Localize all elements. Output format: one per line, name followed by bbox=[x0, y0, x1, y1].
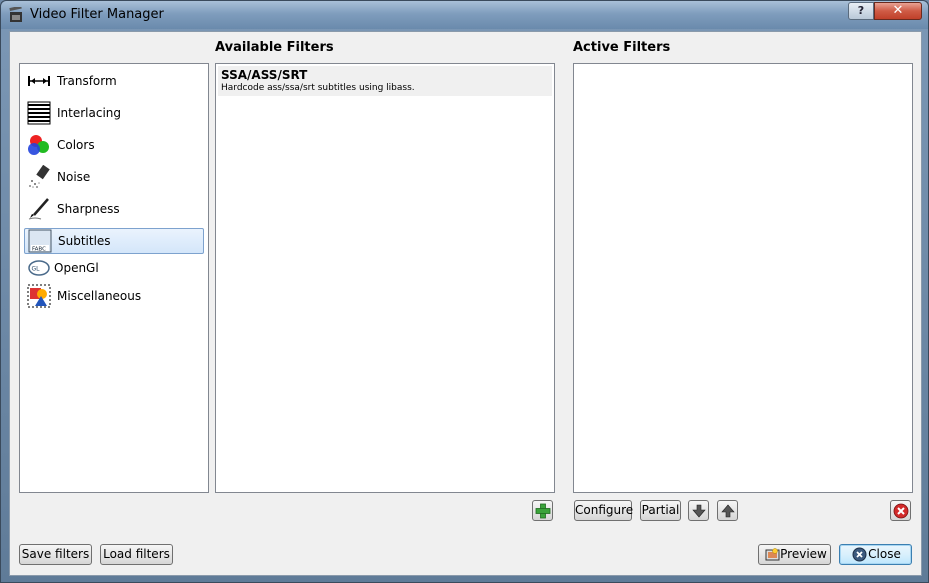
load-filters-button[interactable]: Load filters bbox=[100, 544, 173, 565]
partial-button[interactable]: Partial bbox=[640, 500, 681, 521]
filter-name: SSA/ASS/SRT bbox=[221, 68, 308, 82]
arrow-up-icon bbox=[721, 504, 735, 518]
preview-button[interactable]: Preview bbox=[758, 544, 831, 565]
move-up-button[interactable] bbox=[717, 500, 738, 521]
configure-button[interactable]: Configure bbox=[574, 500, 633, 521]
window-title: Video Filter Manager bbox=[30, 7, 164, 22]
transform-icon bbox=[28, 76, 50, 86]
svg-text:FABC: FABC bbox=[32, 247, 46, 253]
remove-filter-button[interactable] bbox=[890, 500, 911, 521]
category-item-miscellaneous[interactable]: Miscellaneous bbox=[24, 283, 204, 309]
plus-icon bbox=[535, 503, 551, 519]
category-item-transform[interactable]: Transform bbox=[24, 68, 204, 94]
colors-icon bbox=[28, 135, 49, 155]
move-down-button[interactable] bbox=[688, 500, 709, 521]
category-item-opengl[interactable]: GL OpenGl bbox=[24, 255, 204, 281]
clapperboard-icon bbox=[9, 7, 22, 22]
help-button[interactable]: ? bbox=[848, 2, 874, 20]
preview-button-label: Preview bbox=[780, 547, 827, 561]
active-filters-list[interactable] bbox=[573, 63, 913, 493]
category-label: Sharpness bbox=[57, 202, 120, 216]
interlacing-icon bbox=[27, 101, 51, 125]
dialog-client-area: Available Filters Active Filters Transfo… bbox=[9, 31, 922, 576]
available-filters-heading: Available Filters bbox=[215, 40, 334, 55]
save-filters-button[interactable]: Save filters bbox=[19, 544, 92, 565]
title-bar[interactable]: Video Filter Manager ? ✕ bbox=[1, 1, 928, 29]
category-label: Transform bbox=[57, 74, 117, 88]
window-close-button[interactable]: ✕ bbox=[874, 2, 922, 20]
filter-item-ssa-ass-srt[interactable]: SSA/ASS/SRT Hardcode ass/ssa/srt subtitl… bbox=[218, 66, 552, 96]
category-list[interactable]: Transform Interlacing Colors Noise Sharp… bbox=[19, 63, 209, 493]
active-filters-heading: Active Filters bbox=[573, 40, 671, 55]
opengl-icon: GL bbox=[28, 260, 50, 276]
video-filter-manager-window: Video Filter Manager ? ✕ Available Filte… bbox=[0, 0, 929, 583]
close-button[interactable]: Close bbox=[839, 544, 912, 565]
remove-icon bbox=[893, 503, 909, 519]
svg-text:GL: GL bbox=[32, 266, 41, 273]
category-item-interlacing[interactable]: Interlacing bbox=[24, 100, 204, 126]
category-label: Interlacing bbox=[57, 106, 122, 120]
subtitles-icon: FABC bbox=[28, 229, 52, 253]
category-item-subtitles[interactable]: FABC Subtitles bbox=[24, 228, 204, 254]
category-item-colors[interactable]: Colors bbox=[24, 132, 204, 158]
category-label: Miscellaneous bbox=[57, 289, 142, 303]
category-label: Noise bbox=[57, 170, 91, 184]
category-label: Colors bbox=[57, 138, 95, 152]
noise-icon bbox=[29, 165, 50, 188]
miscellaneous-icon bbox=[27, 284, 51, 308]
close-button-label: Close bbox=[868, 547, 901, 561]
available-filters-list[interactable]: SSA/ASS/SRT Hardcode ass/ssa/srt subtitl… bbox=[215, 63, 555, 493]
category-item-sharpness[interactable]: Sharpness bbox=[24, 196, 204, 222]
add-filter-button[interactable] bbox=[532, 500, 553, 521]
category-label: Subtitles bbox=[58, 234, 111, 248]
preview-icon bbox=[765, 548, 780, 561]
category-item-noise[interactable]: Noise bbox=[24, 164, 204, 190]
arrow-down-icon bbox=[692, 504, 706, 518]
category-label: OpenGl bbox=[54, 261, 99, 275]
filter-description: Hardcode ass/ssa/srt subtitles using lib… bbox=[221, 83, 415, 93]
close-icon bbox=[852, 547, 867, 562]
sharpness-icon bbox=[28, 198, 49, 220]
